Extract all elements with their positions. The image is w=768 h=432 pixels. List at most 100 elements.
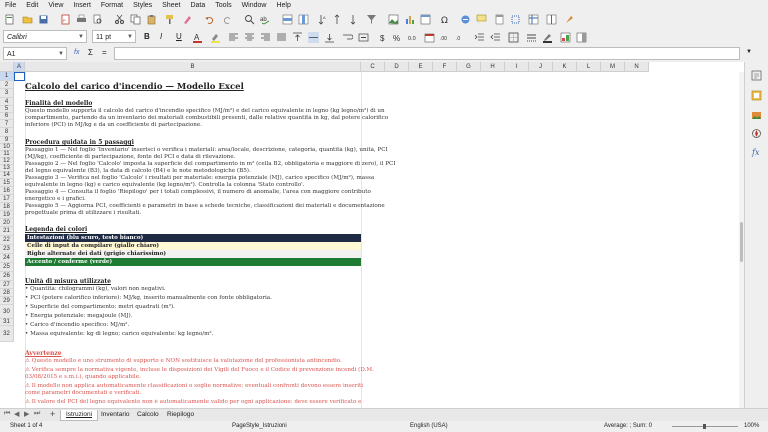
column-header[interactable]: F [433, 62, 457, 72]
row-header[interactable]: 29 [0, 297, 14, 305]
row-header[interactable]: 9 [0, 137, 14, 144]
autofilter-icon[interactable] [366, 14, 377, 25]
align-bottom-icon[interactable] [324, 32, 335, 43]
wrap-text-icon[interactable] [342, 32, 353, 43]
copy-icon[interactable] [130, 14, 141, 25]
row-header[interactable]: 26 [0, 272, 14, 281]
pivot-table-icon[interactable] [420, 14, 431, 25]
zoom-slider-handle[interactable] [703, 424, 706, 429]
column-header[interactable]: C [361, 62, 385, 72]
row-header[interactable]: 11 [0, 151, 14, 158]
row-header[interactable]: 2 [0, 81, 14, 89]
previous-sheet-icon[interactable]: ◀ [14, 410, 19, 418]
scrollbar-thumb[interactable] [740, 222, 743, 262]
italic-button[interactable]: I [160, 32, 162, 41]
sidebar-properties-icon[interactable] [576, 32, 587, 43]
row-header[interactable]: 8 [0, 128, 14, 137]
formula-button[interactable]: = [102, 48, 107, 57]
column-header[interactable]: J [529, 62, 553, 72]
menu-window[interactable]: Window [237, 0, 272, 11]
chevron-down-icon[interactable]: ▼ [127, 31, 133, 44]
row-header[interactable]: 30 [0, 305, 14, 319]
conditional-format-icon[interactable] [560, 32, 571, 43]
number-format-icon[interactable]: 0.0 [408, 32, 419, 43]
bold-button[interactable]: B [144, 32, 150, 41]
row-header[interactable]: 1 [0, 72, 14, 81]
page-style[interactable]: PageStyle_Istruzioni [232, 421, 287, 432]
merge-cells-icon[interactable] [358, 32, 369, 43]
show-draw-functions-icon[interactable] [564, 14, 575, 25]
selection-summary[interactable]: Average: ; Sum: 0 [604, 421, 652, 432]
menu-edit[interactable]: Edit [21, 0, 43, 11]
find-replace-icon[interactable] [244, 14, 255, 25]
menu-view[interactable]: View [43, 0, 68, 11]
freeze-rows-columns-icon[interactable] [528, 14, 539, 25]
menu-help[interactable]: Help [271, 0, 295, 11]
font-name-box[interactable]: Calibri ▼ [3, 30, 87, 43]
tab-istruzioni[interactable]: Istruzioni [60, 410, 99, 421]
row-header[interactable]: 21 [0, 227, 14, 236]
chevron-down-icon[interactable]: ▼ [58, 48, 64, 61]
column-header[interactable]: D [385, 62, 409, 72]
insert-image-icon[interactable] [388, 14, 399, 25]
column-icon[interactable] [298, 14, 309, 25]
column-header[interactable]: N [625, 62, 649, 72]
define-print-area-icon[interactable] [510, 14, 521, 25]
row-header[interactable]: 6 [0, 113, 14, 120]
font-color-icon[interactable]: A [192, 32, 203, 43]
date-format-icon[interactable] [424, 32, 435, 43]
delete-decimal-icon[interactable]: .0 [456, 32, 467, 43]
currency-icon[interactable]: $ [378, 32, 389, 43]
row-header[interactable]: 32 [0, 326, 14, 342]
sort-icon[interactable]: A [318, 14, 329, 25]
sort-ascending-icon[interactable] [334, 14, 345, 25]
menu-sheet[interactable]: Sheet [157, 0, 185, 11]
split-window-icon[interactable] [546, 14, 557, 25]
align-top-icon[interactable] [292, 32, 303, 43]
row-header[interactable]: 17 [0, 195, 14, 203]
clone-formatting-icon[interactable] [164, 14, 175, 25]
menu-format[interactable]: Format [96, 0, 128, 11]
column-header[interactable]: I [505, 62, 529, 72]
column-header[interactable]: K [553, 62, 577, 72]
function-wizard-button[interactable]: fx [74, 49, 79, 56]
print-icon[interactable] [76, 14, 87, 25]
export-pdf-icon[interactable]: P [60, 14, 71, 25]
redo-icon[interactable] [222, 14, 233, 25]
row-header[interactable]: 16 [0, 187, 14, 195]
sum-button[interactable]: Σ [88, 48, 93, 57]
justify-icon[interactable] [276, 32, 287, 43]
column-header[interactable]: E [409, 62, 433, 72]
first-sheet-icon[interactable]: ⏮ [4, 410, 10, 418]
row-header[interactable]: 27 [0, 281, 14, 289]
open-folder-icon[interactable] [22, 14, 33, 25]
cut-icon[interactable] [114, 14, 125, 25]
row-header[interactable]: 13 [0, 165, 14, 172]
row-header[interactable]: 24 [0, 254, 14, 263]
row-icon[interactable] [282, 14, 293, 25]
font-size-box[interactable]: 11 pt ▼ [92, 30, 136, 43]
navigator-icon[interactable] [751, 128, 762, 139]
row-header[interactable]: 4 [0, 98, 14, 106]
print-preview-icon[interactable] [92, 14, 103, 25]
increase-indent-icon[interactable] [474, 32, 485, 43]
row-header[interactable]: 31 [0, 319, 14, 326]
column-header[interactable]: H [481, 62, 505, 72]
align-left-icon[interactable] [228, 32, 239, 43]
tab-riepilogo[interactable]: Riepilogo [162, 410, 199, 420]
gallery-icon[interactable] [751, 110, 762, 121]
align-right-icon[interactable] [260, 32, 271, 43]
next-sheet-icon[interactable]: ▶ [24, 410, 29, 418]
selected-cell-a1[interactable] [14, 72, 25, 81]
row-header[interactable]: 28 [0, 289, 14, 297]
language-status[interactable]: English (USA) [410, 421, 448, 432]
paste-icon[interactable] [146, 14, 157, 25]
percent-icon[interactable]: % [392, 32, 403, 43]
functions-icon[interactable]: fx [751, 146, 762, 157]
border-color-icon[interactable] [542, 32, 553, 43]
row-header[interactable]: 7 [0, 120, 14, 128]
align-center-icon[interactable] [244, 32, 255, 43]
hyperlink-icon[interactable] [460, 14, 471, 25]
row-header[interactable]: 15 [0, 179, 14, 187]
sort-descending-icon[interactable] [350, 14, 361, 25]
